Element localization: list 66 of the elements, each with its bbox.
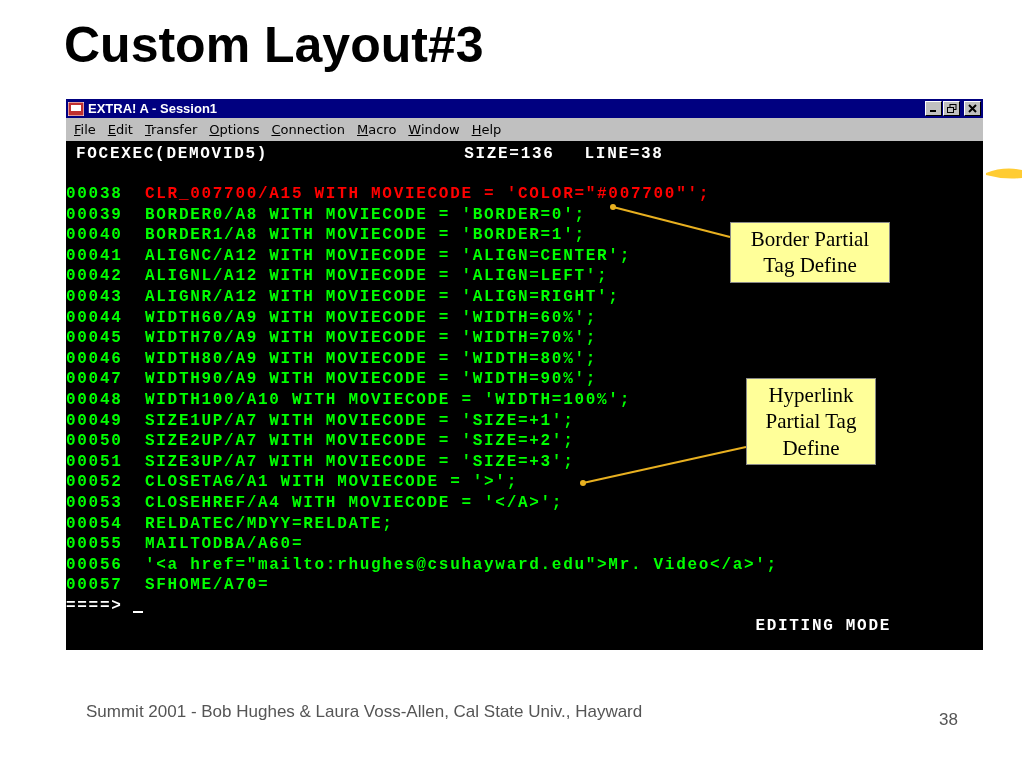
size-indicator: SIZE=136 — [464, 144, 555, 165]
file-name: FOCEXEC(DEMOVID5) — [76, 144, 269, 165]
code-line: SIZE1UP/A7 WITH MOVIECODE = 'SIZE=+1'; — [145, 410, 575, 432]
line-number: 00038 — [66, 184, 124, 205]
line-number: 00047 — [66, 369, 124, 390]
code-line: CLR_007700/A15 WITH MOVIECODE = 'COLOR="#007700"'; — [145, 184, 711, 205]
mode-indicator: EDITING MODE — [754, 616, 892, 638]
code-line: BORDER1/A8 WITH MOVIECODE = 'BORDER=1'; — [145, 225, 586, 246]
line-number: 00050 — [66, 431, 124, 452]
line-number: 00040 — [66, 225, 124, 246]
code-line: CLOSETAG/A1 WITH MOVIECODE = '>'; — [145, 472, 518, 493]
menu-item[interactable]: Edit — [101, 122, 139, 137]
line-number: 00049 — [66, 410, 124, 432]
line-indicator: LINE=38 — [584, 144, 664, 165]
footer-text: Summit 2001 - Bob Hughes & Laura Voss-Allen, Cal State Univ., Hayward — [86, 702, 643, 723]
line-number: 00056 — [66, 554, 124, 576]
app-icon — [68, 101, 84, 116]
line-number: 00055 — [66, 534, 124, 555]
code-line: SIZE3UP/A7 WITH MOVIECODE = 'SIZE=+3'; — [145, 451, 575, 473]
line-number: 00051 — [66, 451, 124, 473]
code-line: WIDTH80/A9 WITH MOVIECODE = 'WIDTH=80%'; — [145, 348, 598, 370]
line-number: 00048 — [66, 389, 124, 411]
command-prompt: ====> — [66, 595, 123, 617]
menu-item[interactable]: Transfer — [138, 122, 204, 137]
restore-button[interactable] — [943, 101, 960, 116]
code-line: WIDTH60/A9 WITH MOVIECODE = 'WIDTH=60%'; — [145, 307, 598, 329]
page-number: 38 — [939, 709, 958, 730]
code-line: SIZE2UP/A7 WITH MOVIECODE = 'SIZE=+2'; — [145, 431, 575, 452]
menu-item[interactable]: Macro — [351, 122, 403, 137]
menu-item[interactable]: Connection — [265, 122, 351, 137]
restore-icon — [946, 104, 957, 113]
line-number: 00042 — [66, 266, 124, 287]
line-number: 00046 — [66, 348, 124, 370]
code-line: ALIGNR/A12 WITH MOVIECODE = 'ALIGN=RIGHT'; — [145, 286, 620, 308]
callout-box: Hyperlink Partial Tag Define — [746, 378, 876, 465]
line-number: 00044 — [66, 307, 124, 329]
code-line: ALIGNL/A12 WITH MOVIECODE = 'ALIGN=LEFT'; — [145, 266, 609, 287]
line-number: 00043 — [66, 286, 124, 308]
close-icon — [968, 104, 977, 113]
callout-box: Border Partial Tag Define — [730, 222, 890, 283]
code-line: '<a href="mailto:rhughes@csuhayward.edu">Mr. Video</a>'; — [145, 554, 778, 576]
line-number: 00057 — [66, 575, 124, 596]
slide-title: Custom Layout#3 — [63, 16, 485, 75]
text-cursor — [132, 610, 143, 613]
close-button[interactable] — [964, 101, 981, 116]
menu-item[interactable]: Window — [402, 122, 466, 137]
code-line: SFHOME/A70= — [145, 575, 270, 596]
code-line: WIDTH70/A9 WITH MOVIECODE = 'WIDTH=70%'; — [145, 328, 598, 349]
code-line: BORDER0/A8 WITH MOVIECODE = 'BORDER=0'; — [145, 204, 586, 226]
line-number: 00052 — [66, 472, 124, 493]
menu-item[interactable]: Options — [203, 122, 266, 137]
code-line: RELDATEC/MDYY=RELDATE; — [145, 513, 394, 535]
code-line: WIDTH90/A9 WITH MOVIECODE = 'WIDTH=90%'; — [145, 369, 598, 390]
code-line: WIDTH100/A10 WITH MOVIECODE = 'WIDTH=100%'; — [145, 389, 631, 411]
window-title: EXTRA! A - Session1 — [88, 101, 219, 116]
menu-item[interactable]: File — [68, 122, 102, 137]
line-number: 00039 — [66, 204, 124, 226]
line-number: 00054 — [66, 513, 124, 535]
minimize-button[interactable] — [925, 101, 942, 116]
code-line: CLOSEHREF/A4 WITH MOVIECODE = '</A>'; — [145, 492, 564, 514]
line-number: 00045 — [66, 328, 124, 349]
menu-item[interactable]: Help — [465, 122, 508, 137]
code-line: MAILTODBA/A60= — [145, 534, 304, 555]
line-number: 00053 — [66, 492, 124, 514]
line-number: 00041 — [66, 245, 124, 267]
code-line: ALIGNC/A12 WITH MOVIECODE = 'ALIGN=CENTER'; — [145, 245, 631, 267]
